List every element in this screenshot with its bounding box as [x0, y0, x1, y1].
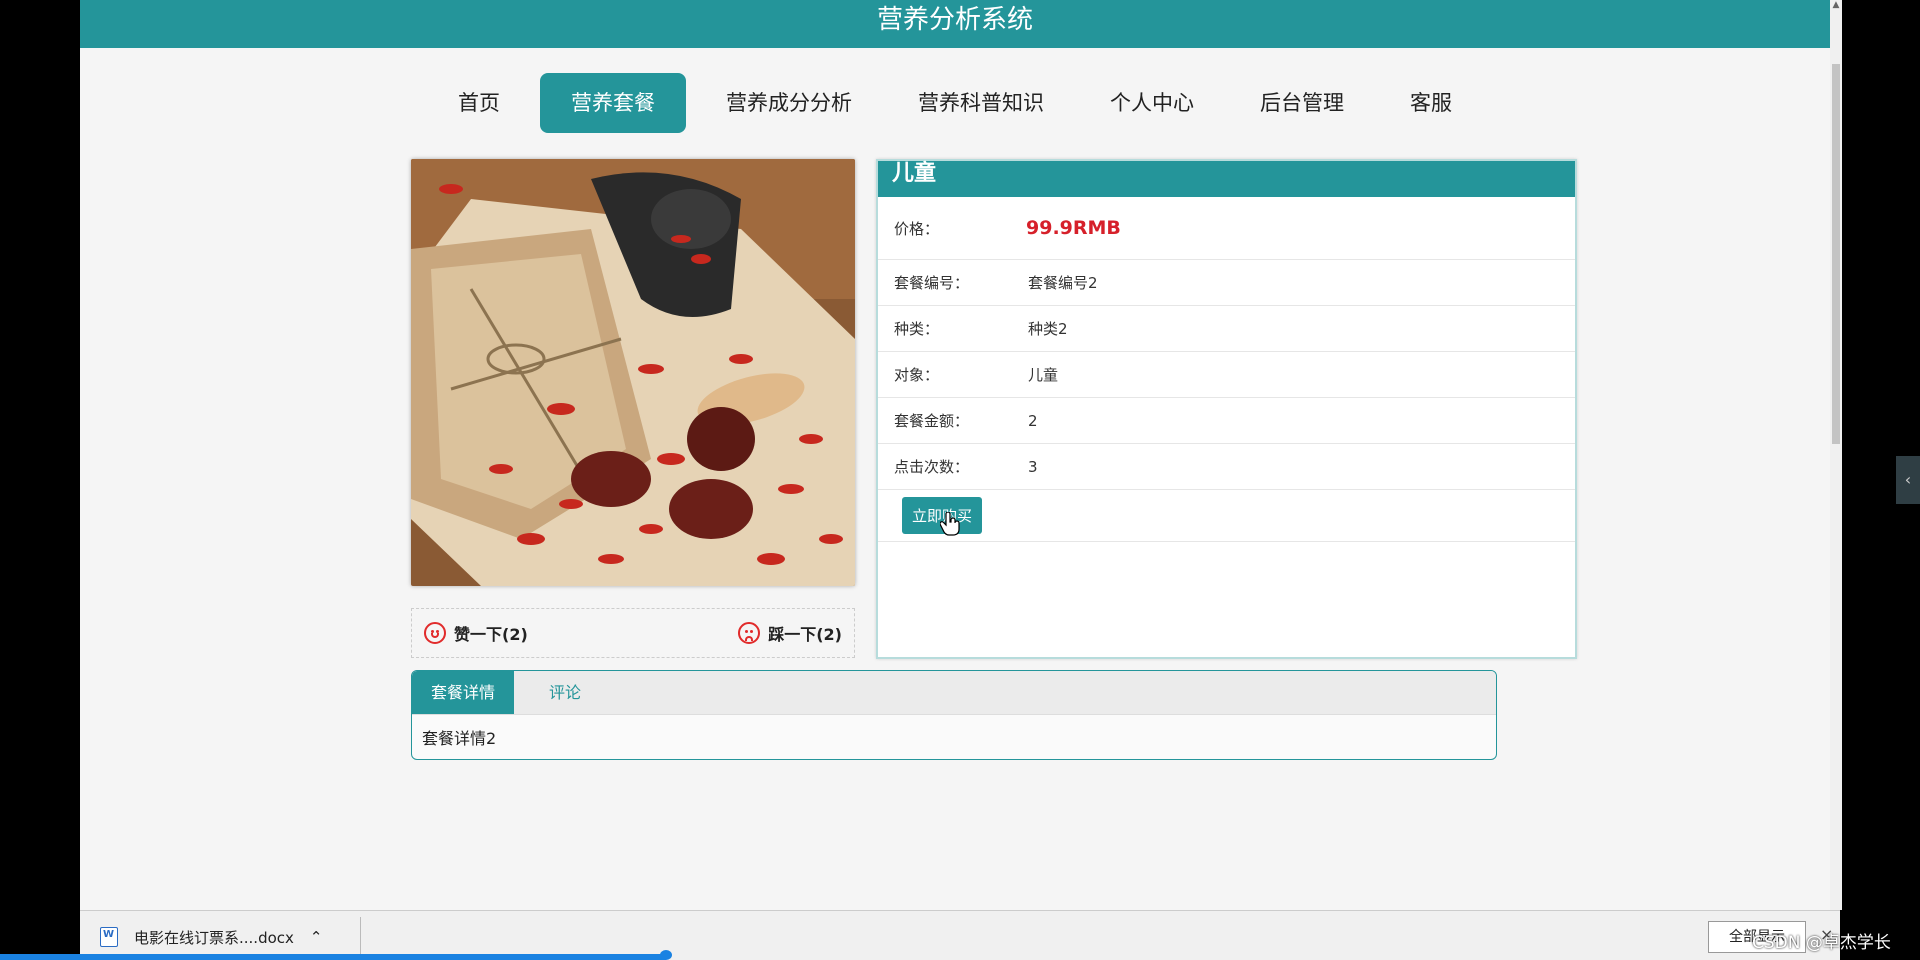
nav-item-nutrition-packages[interactable]: 营养套餐	[540, 73, 686, 133]
like-button[interactable]: 赞一下(2)	[424, 621, 528, 645]
watermark: CSDN @卓杰学长	[1752, 933, 1891, 953]
goji-dates-photo	[411, 159, 855, 586]
field-label: 对象：	[894, 366, 940, 384]
nav-item-nutrient-analysis[interactable]: 营养成分分析	[700, 73, 878, 133]
hand-cursor-icon	[940, 512, 960, 536]
nav-item-admin[interactable]: 后台管理	[1234, 73, 1370, 133]
tab-bar: 套餐详情 评论	[412, 671, 1496, 715]
tab-package-details[interactable]: 套餐详情	[412, 671, 514, 714]
scroll-up-icon[interactable]: ▲	[1831, 0, 1841, 12]
page-frame: 营养分析系统 首页 营养套餐 营养成分分析 营养科普知识 个人中心 后台管理 客…	[80, 0, 1830, 960]
site-header: 营养分析系统	[80, 0, 1830, 48]
buy-row: 立即购买	[878, 490, 1575, 542]
dislike-button[interactable]: 踩一下(2)	[738, 621, 842, 645]
scrollbar-thumb[interactable]	[1832, 64, 1840, 444]
main-nav: 首页 营养套餐 营养成分分析 营养科普知识 个人中心 后台管理 客服	[80, 72, 1830, 134]
field-row: 种类： 种类2	[878, 306, 1575, 352]
site-title: 营养分析系统	[876, 5, 1033, 35]
field-value: 种类2	[1028, 320, 1068, 338]
price-row: 价格： 99.9RMB	[878, 197, 1575, 260]
field-label: 种类：	[894, 320, 940, 338]
field-row: 对象： 儿童	[878, 352, 1575, 398]
download-file-name: 电影在线订票系....docx	[134, 928, 294, 947]
field-row: 点击次数： 3	[878, 444, 1575, 490]
buy-now-button[interactable]: 立即购买	[902, 497, 983, 536]
field-label: 套餐编号：	[894, 274, 970, 292]
chevron-up-icon[interactable]: ⌃	[310, 928, 323, 946]
progress-handle	[660, 950, 672, 960]
field-label: 点击次数：	[894, 458, 970, 476]
field-value: 3	[1028, 457, 1038, 476]
field-row: 套餐编号： 套餐编号2	[878, 260, 1575, 306]
price-value: 99.9RMB	[1026, 217, 1121, 239]
dislike-label: 踩一下(2)	[768, 625, 842, 644]
word-file-icon	[100, 927, 118, 947]
field-value: 儿童	[1028, 366, 1059, 384]
nav-item-customer-service[interactable]: 客服	[1384, 73, 1478, 133]
frown-icon	[738, 622, 761, 644]
field-value: 2	[1028, 411, 1038, 430]
vote-box: 赞一下(2) 踩一下(2)	[411, 608, 855, 658]
product-image	[411, 159, 855, 586]
tab-content: 套餐详情2	[422, 729, 497, 748]
download-item[interactable]: 电影在线订票系....docx ⌃	[100, 921, 322, 953]
progress-bar	[0, 954, 666, 960]
field-label: 套餐金额：	[894, 412, 970, 430]
nav-item-nutrition-knowledge[interactable]: 营养科普知识	[892, 73, 1070, 133]
product-title: 儿童	[878, 161, 1575, 197]
download-bar: 电影在线订票系....docx ⌃ 全部显示 ×	[80, 910, 1840, 960]
chevron-left-icon[interactable]: ‹	[1896, 456, 1920, 504]
field-row: 套餐金额： 2	[878, 398, 1575, 444]
like-label: 赞一下(2)	[454, 625, 528, 644]
smile-icon	[424, 622, 446, 644]
nav-item-home[interactable]: 首页	[432, 73, 526, 133]
divider	[360, 917, 361, 955]
product-info-panel: 儿童 价格： 99.9RMB 套餐编号： 套餐编号2 种类： 种类2 对象： 儿…	[876, 159, 1577, 659]
price-label: 价格：	[894, 219, 940, 238]
tab-comments[interactable]: 评论	[514, 671, 616, 714]
nav-item-personal-center[interactable]: 个人中心	[1084, 73, 1220, 133]
field-value: 套餐编号2	[1028, 274, 1098, 292]
detail-tabs: 套餐详情 评论 套餐详情2	[411, 670, 1497, 760]
